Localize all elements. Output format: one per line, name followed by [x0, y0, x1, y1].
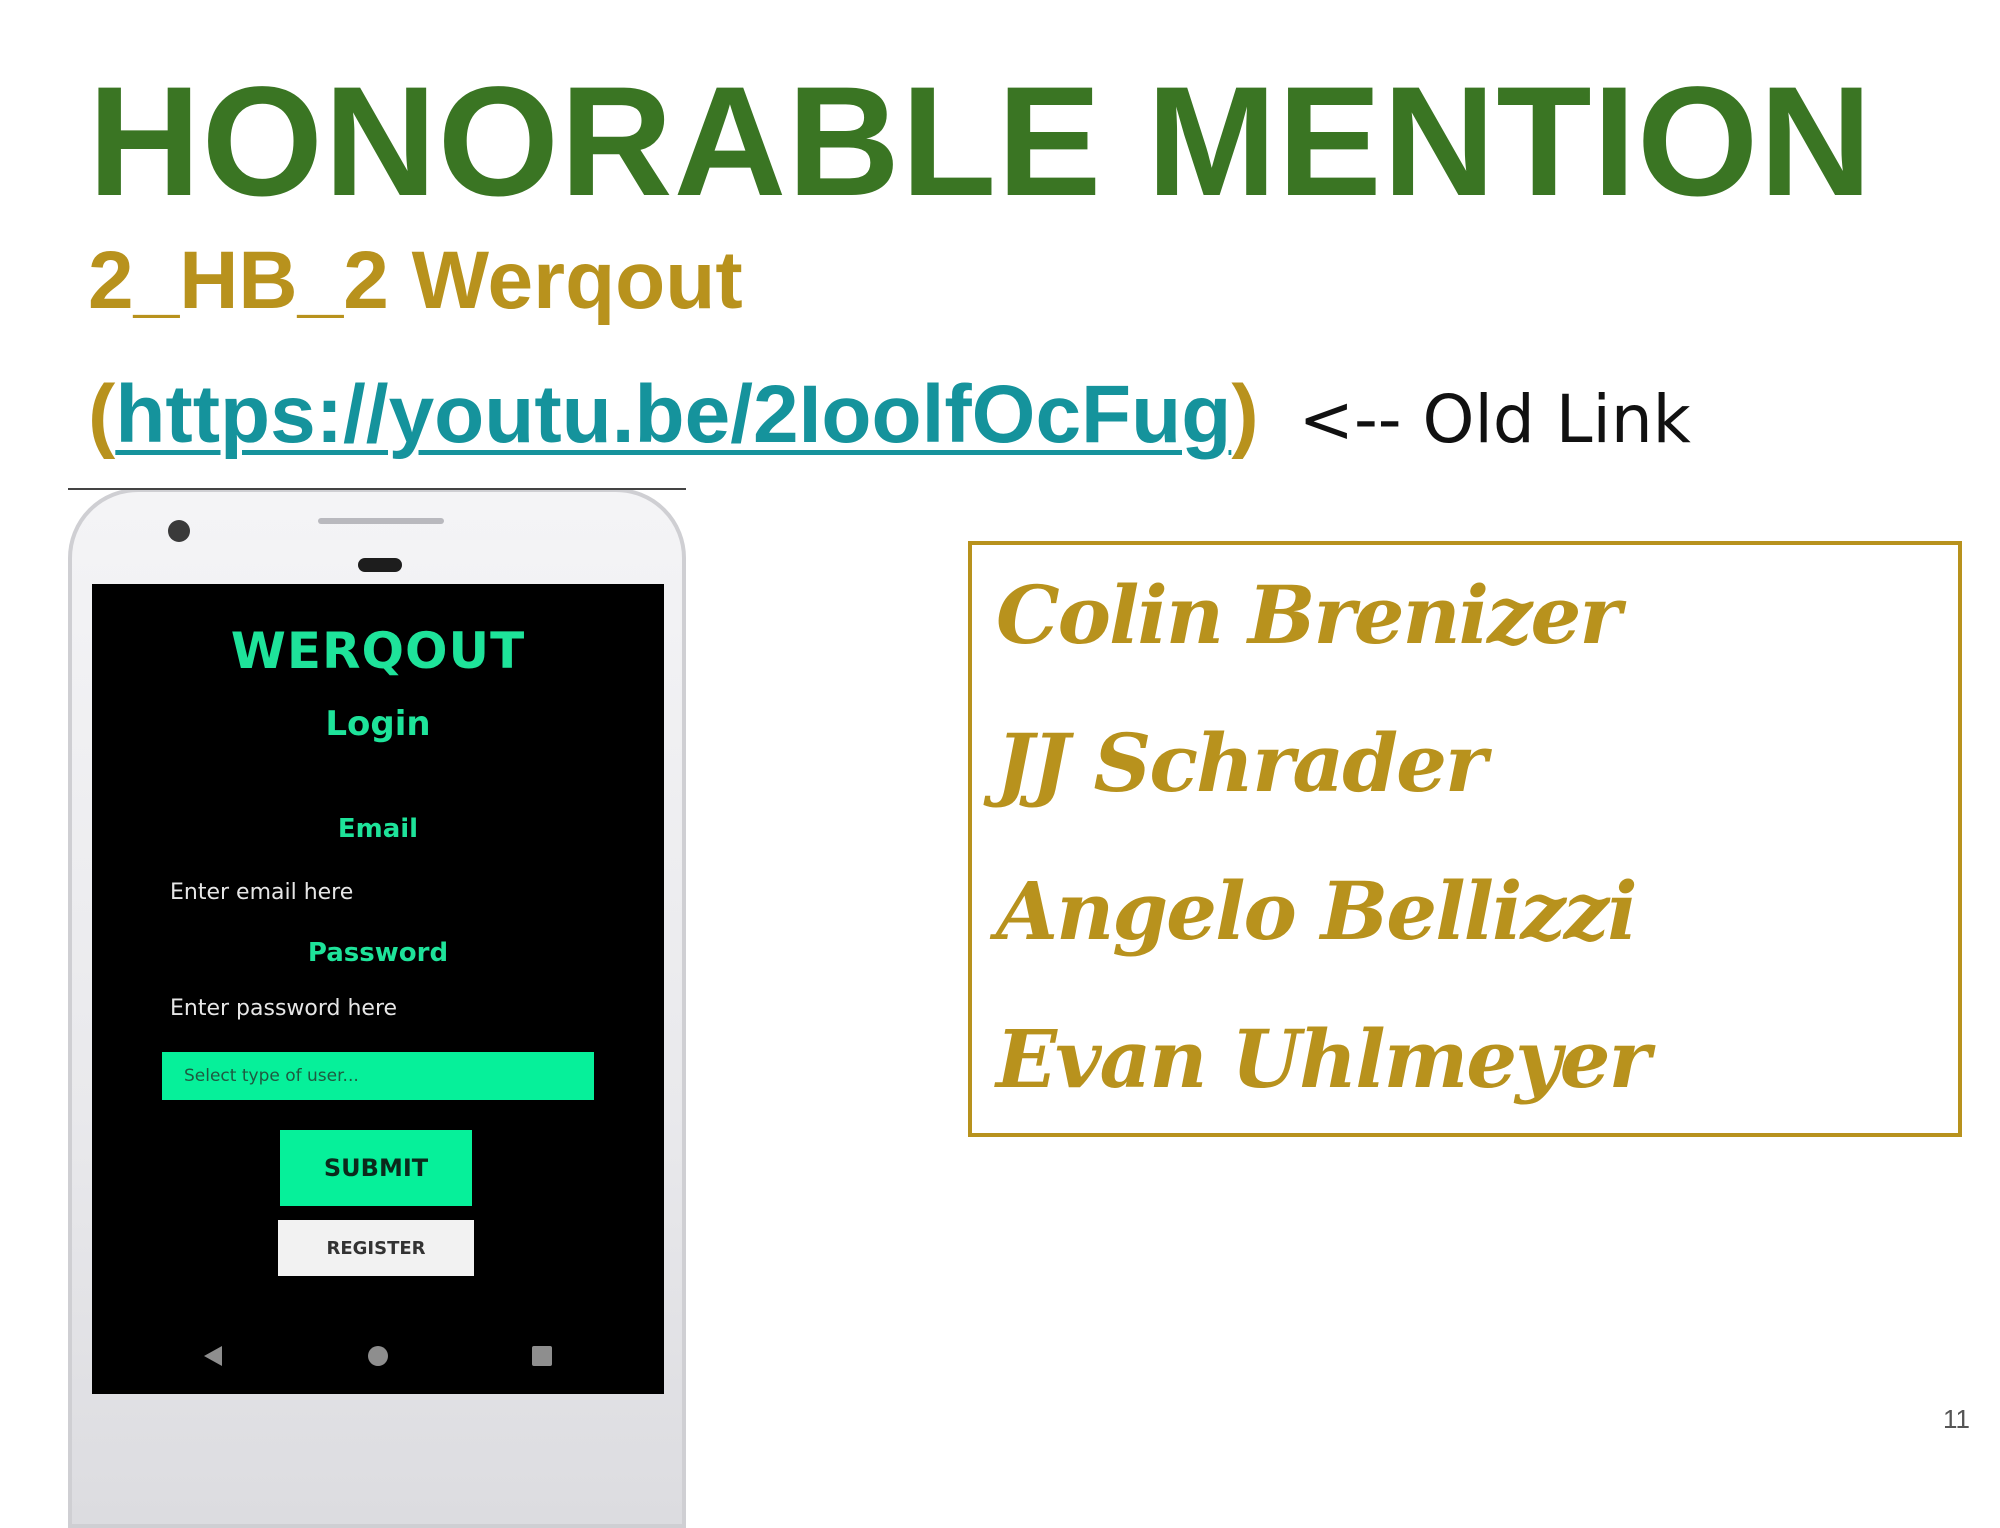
phone-mockup: WERQOUT Login Email Password Select type…	[68, 488, 686, 1528]
submit-button[interactable]: SUBMIT	[280, 1130, 472, 1206]
slide-title: HONORABLE MENTION	[88, 55, 1873, 229]
recents-square-icon[interactable]	[532, 1346, 552, 1366]
team-member-name: JJ Schrader	[996, 716, 1487, 810]
home-circle-icon[interactable]	[368, 1346, 388, 1366]
android-nav-bar	[92, 1336, 664, 1376]
team-member-name: Angelo Bellizzi	[996, 864, 1638, 958]
team-members-box: Colin Brenizer JJ Schrader Angelo Belliz…	[968, 541, 1962, 1137]
email-label: Email	[337, 814, 419, 844]
page-number: 11	[1943, 1404, 1970, 1434]
video-link[interactable]: https://youtu.be/2IoolfOcFug	[115, 368, 1231, 462]
team-member-name: Evan Uhlmeyer	[996, 1012, 1651, 1106]
app-name: WERQOUT	[230, 622, 526, 680]
password-field[interactable]	[170, 990, 590, 1026]
user-type-select[interactable]: Select type of user...	[162, 1052, 594, 1100]
earpiece-speaker	[318, 518, 444, 524]
register-button[interactable]: REGISTER	[278, 1220, 474, 1276]
old-link-note: <-- Old Link	[1298, 381, 1691, 458]
user-type-placeholder: Select type of user...	[184, 1066, 359, 1086]
front-camera-icon	[168, 520, 190, 542]
proximity-sensor	[358, 558, 402, 572]
video-link-row: ( https://youtu.be/2IoolfOcFug ) <-- Old…	[88, 368, 1691, 478]
link-open-paren: (	[88, 369, 116, 460]
back-triangle-icon[interactable]	[204, 1346, 222, 1366]
image-top-edge	[68, 488, 686, 490]
team-member-name: Colin Brenizer	[996, 568, 1622, 662]
project-subtitle: 2_HB_2 Werqout	[88, 235, 743, 326]
login-heading: Login	[325, 704, 431, 744]
app-screen: WERQOUT Login Email Password Select type…	[92, 584, 664, 1394]
password-label: Password	[307, 938, 449, 968]
email-field[interactable]	[170, 874, 590, 910]
link-close-paren: )	[1231, 369, 1259, 460]
